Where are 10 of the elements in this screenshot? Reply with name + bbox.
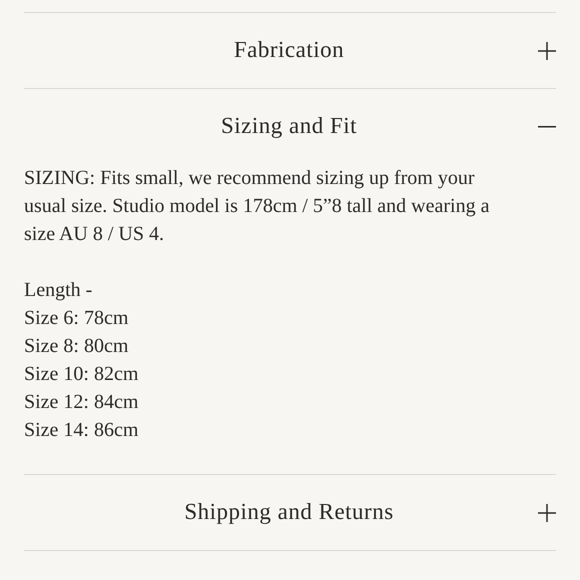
size-line: Size 8: 80cm [24, 334, 128, 359]
size-line: Size 14: 86cm [24, 418, 138, 443]
accordion-header[interactable]: Sizing and Fit [24, 89, 556, 164]
size-line: Size 10: 82cm [24, 362, 138, 387]
size-line: Size 12: 84cm [24, 390, 138, 415]
size-line: Length - [24, 278, 92, 303]
sizing-paragraph: SIZING: Fits small, we recommend sizing up from your usual size. Studio model is 178cm / 5”8 tall and wearing a size AU 8 / US 4. [24, 166, 490, 247]
accordion-header[interactable]: Fabrication [24, 13, 556, 88]
accordion-header[interactable]: Shipping and Returns [24, 475, 556, 550]
size-line: Size 6: 78cm [24, 306, 128, 331]
